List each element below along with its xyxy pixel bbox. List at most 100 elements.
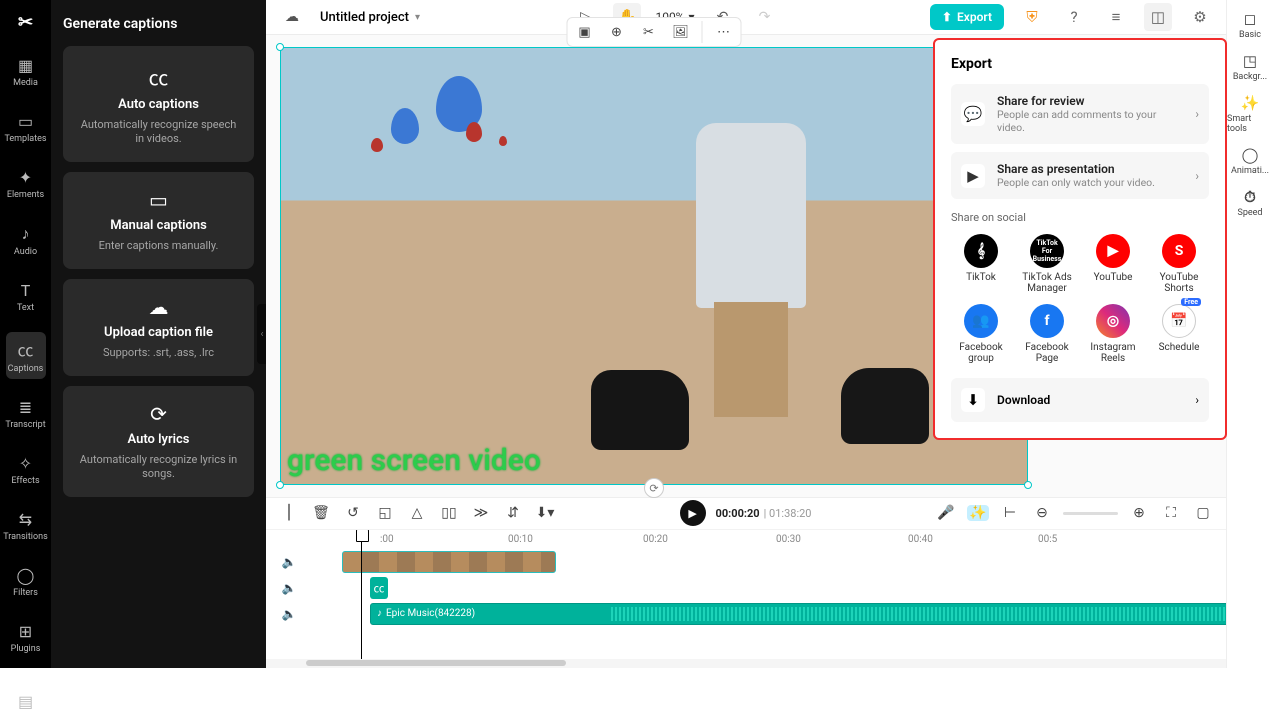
play-button[interactable]: ▶: [680, 500, 706, 526]
resize-handle[interactable]: [1024, 481, 1032, 489]
download-icon[interactable]: ⬇▾: [534, 505, 556, 521]
side-panel-title: Generate captions: [63, 16, 254, 32]
settings-icon[interactable]: ▢: [1192, 505, 1214, 521]
shield-icon[interactable]: ⛨: [1018, 3, 1046, 31]
timeline-scrollbar[interactable]: [266, 659, 1226, 668]
nav-filters[interactable]: ◯Filters: [6, 561, 46, 603]
crop-fill-icon[interactable]: ▣: [574, 21, 596, 43]
zoom-slider[interactable]: [1063, 512, 1118, 515]
nav-text[interactable]: TText: [6, 276, 46, 318]
video-track: 🔈: [276, 550, 1216, 574]
share-tiktok-ads[interactable]: TikTokFor BusinessTikTok Ads Manager: [1017, 234, 1077, 294]
resize-handle[interactable]: [276, 43, 284, 51]
share-for-review[interactable]: 💬 Share for review People can add commen…: [951, 84, 1209, 144]
side-panel: Generate captions ㏄ Auto captions Automa…: [51, 0, 266, 668]
layout-icon[interactable]: ◫: [1144, 3, 1172, 31]
split-track-icon[interactable]: ⊢: [999, 505, 1021, 521]
dog-silhouette: [591, 370, 689, 450]
card-upload-caption[interactable]: ☁ Upload caption file Supports: .srt, .a…: [63, 279, 254, 376]
top-toolbar: ☁ Untitled project ▾ ▷ ✋ 100% ▾ ↶ ↷ ⬆ Ex…: [266, 0, 1226, 35]
speed-icon[interactable]: ≫: [470, 505, 492, 521]
nav-transitions[interactable]: ⇆Transitions: [6, 505, 46, 547]
share-instagram-reels[interactable]: ◎Instagram Reels: [1083, 304, 1143, 364]
mute-toggle[interactable]: 🔈: [276, 607, 302, 621]
export-panel: Export 💬 Share for review People can add…: [933, 38, 1227, 440]
nav-audio[interactable]: ♪Audio: [6, 219, 46, 262]
share-tiktok[interactable]: 𝄞TikTok: [951, 234, 1011, 294]
split-icon[interactable]: ⎮: [278, 505, 300, 521]
history-icon[interactable]: ≡: [1102, 3, 1130, 31]
tab-animation[interactable]: ◯Animati...: [1231, 146, 1269, 176]
rotate-handle[interactable]: ⟳: [644, 478, 664, 498]
nav-settings-bottom[interactable]: ▤: [6, 687, 46, 716]
tab-speed[interactable]: ⏱Speed: [1237, 188, 1262, 218]
caption-clip[interactable]: ㏄: [370, 577, 388, 599]
redo-button[interactable]: ↷: [751, 3, 779, 31]
project-title[interactable]: Untitled project ▾: [320, 10, 420, 25]
nav-transcript[interactable]: ≣Transcript: [6, 393, 46, 435]
export-button[interactable]: ⬆ Export: [930, 4, 1004, 30]
auto-caption-icon[interactable]: ✨: [967, 505, 989, 521]
waveform: [611, 607, 1226, 621]
fullscreen-icon[interactable]: ⛶: [1160, 505, 1182, 521]
card-auto-captions[interactable]: ㏄ Auto captions Automatically recognize …: [63, 46, 254, 162]
nav-captions[interactable]: ㏄Captions: [6, 332, 46, 379]
mirror-icon[interactable]: △: [406, 505, 428, 521]
delete-icon[interactable]: 🗑: [310, 505, 332, 521]
mute-toggle[interactable]: 🔈: [276, 555, 302, 569]
zoom-out-icon[interactable]: ⊖: [1031, 505, 1053, 521]
nav-plugins[interactable]: ⊞Plugins: [6, 617, 46, 659]
tab-background[interactable]: ◳Backgr...: [1233, 52, 1267, 82]
extract-icon[interactable]: ⇵: [502, 505, 524, 521]
upload-icon: ☁: [77, 295, 240, 319]
dog-silhouette: [841, 368, 929, 444]
zoom-in-icon[interactable]: ⊕: [1128, 505, 1150, 521]
chevron-right-icon: ›: [1195, 393, 1199, 407]
share-facebook-page[interactable]: fFacebook Page: [1017, 304, 1077, 364]
cloud-icon[interactable]: ☁: [278, 3, 306, 31]
manual-icon: ▭: [77, 188, 240, 212]
share-schedule[interactable]: 📅FreeSchedule: [1149, 304, 1209, 364]
freeze-icon[interactable]: ▯▯: [438, 505, 460, 521]
picture-icon[interactable]: 🖼: [670, 21, 692, 43]
balloon-icon: [466, 122, 482, 142]
tab-basic[interactable]: ◻Basic: [1239, 10, 1261, 40]
balloon-icon: [371, 138, 383, 152]
card-auto-lyrics[interactable]: ⟳ Auto lyrics Automatically recognize ly…: [63, 386, 254, 497]
balloon-icon: [499, 136, 507, 146]
nav-elements[interactable]: ✦Elements: [6, 163, 46, 205]
nav-templates[interactable]: ▭Templates: [6, 107, 46, 149]
video-preview[interactable]: ▣ ⊕ ✂ 🖼 ⋯ green screen video: [280, 47, 1028, 485]
share-facebook-group[interactable]: 👥Facebook group: [951, 304, 1011, 364]
card-manual-captions[interactable]: ▭ Manual captions Enter captions manuall…: [63, 172, 254, 269]
more-icon[interactable]: ⋯: [713, 21, 735, 43]
reverse-icon[interactable]: ↺: [342, 505, 364, 521]
app-logo[interactable]: ✂: [18, 8, 33, 37]
audio-clip[interactable]: ♪ Epic Music(842228): [370, 603, 1226, 625]
share-as-presentation[interactable]: ▶ Share as presentation People can only …: [951, 152, 1209, 199]
help-icon[interactable]: ?: [1060, 3, 1088, 31]
playhead[interactable]: [361, 530, 362, 659]
mic-icon[interactable]: 🎤: [935, 505, 957, 521]
crop-icon[interactable]: ✂: [638, 21, 660, 43]
crop-icon[interactable]: ◱: [374, 505, 396, 521]
mute-toggle[interactable]: 🔈: [276, 581, 302, 595]
timeline[interactable]: :00 00:10 00:20 00:30 00:40 00:5 🔈 🔈 ㏄: [266, 529, 1226, 659]
nav-media[interactable]: ▦Media: [6, 51, 46, 93]
resize-handle[interactable]: [276, 481, 284, 489]
download-button[interactable]: ⬇ Download ›: [951, 378, 1209, 422]
video-clip[interactable]: [342, 551, 556, 573]
cc-icon: ㏄: [77, 62, 240, 91]
share-youtube[interactable]: ▶YouTube: [1083, 234, 1143, 294]
tab-smart-tools[interactable]: ✨Smart tools: [1227, 94, 1273, 134]
caption-overlay[interactable]: green screen video: [287, 443, 541, 478]
gear-icon[interactable]: ⚙: [1186, 3, 1214, 31]
social-grid: 𝄞TikTok TikTokFor BusinessTikTok Ads Man…: [951, 234, 1209, 364]
export-title: Export: [951, 56, 1209, 72]
share-youtube-shorts[interactable]: SYouTube Shorts: [1149, 234, 1209, 294]
collapse-handle[interactable]: ‹: [257, 304, 266, 364]
audio-track: 🔈 ♪ Epic Music(842228): [276, 602, 1216, 626]
nav-effects[interactable]: ✧Effects: [6, 449, 46, 491]
add-icon[interactable]: ⊕: [606, 21, 628, 43]
playhead-time: 00:00:20| 01:38:20: [716, 507, 812, 520]
